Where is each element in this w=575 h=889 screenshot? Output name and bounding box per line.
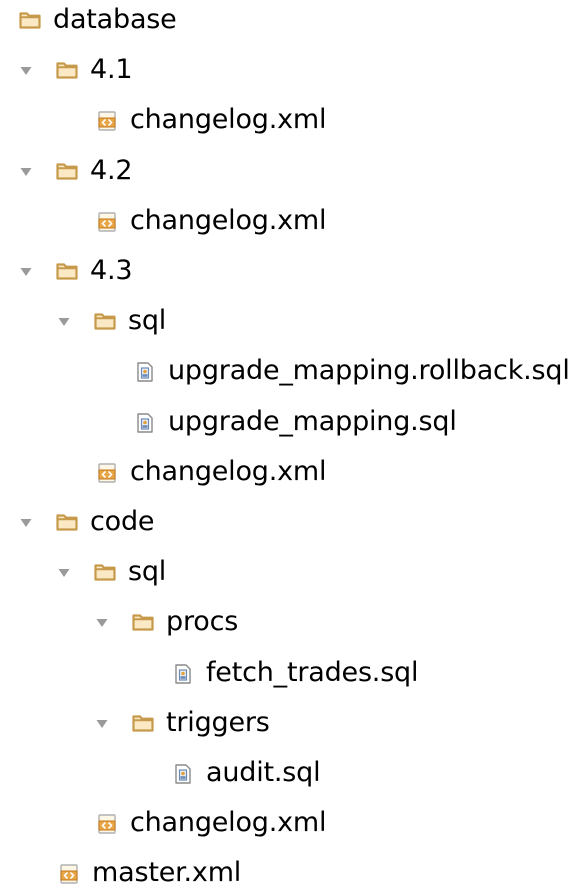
tree-item-label: 4.1 bbox=[90, 54, 133, 85]
tree-item-label: upgrade_mapping.rollback.sql bbox=[168, 355, 570, 386]
tree-item-code[interactable]: code bbox=[0, 498, 575, 548]
folder-icon bbox=[94, 311, 116, 333]
xml-file-icon bbox=[58, 863, 80, 885]
expand-arrow-icon[interactable] bbox=[94, 615, 110, 631]
tree-item-label: upgrade_mapping.sql bbox=[168, 406, 457, 437]
tree-item-4-2[interactable]: 4.2 bbox=[0, 147, 575, 197]
tree-item-label: database bbox=[53, 4, 177, 35]
tree-item-label: code bbox=[90, 506, 155, 537]
tree-item-label: 4.2 bbox=[90, 155, 133, 186]
tree-item-label: audit.sql bbox=[206, 757, 321, 788]
tree-item-label: changelog.xml bbox=[130, 807, 327, 838]
tree-item-triggers[interactable]: triggers bbox=[0, 699, 575, 749]
expand-arrow-icon[interactable] bbox=[56, 314, 72, 330]
xml-file-icon bbox=[96, 462, 118, 484]
tree-item-procs[interactable]: procs bbox=[0, 598, 575, 648]
folder-icon bbox=[56, 261, 78, 283]
expand-arrow-icon[interactable] bbox=[18, 63, 34, 79]
tree-item-label: procs bbox=[166, 606, 239, 637]
project-file-tree: database 4.1 changelog.xml 4.2 changelog.xml… bbox=[0, 0, 575, 889]
folder-icon bbox=[132, 713, 154, 735]
tree-item-sql[interactable]: sql bbox=[0, 297, 575, 347]
tree-item-fetch-trades-sql[interactable]: fetch_trades.sql bbox=[0, 649, 575, 699]
tree-item-4-3[interactable]: 4.3 bbox=[0, 247, 575, 297]
xml-file-icon bbox=[96, 813, 118, 835]
tree-item-upgrade-mapping-sql[interactable]: upgrade_mapping.sql bbox=[0, 398, 575, 448]
tree-item-label: sql bbox=[128, 305, 167, 336]
folder-icon bbox=[56, 512, 78, 534]
sql-file-icon bbox=[172, 663, 194, 685]
tree-item-label: triggers bbox=[166, 707, 270, 738]
tree-item-master-xml[interactable]: master.xml bbox=[0, 849, 575, 889]
sql-file-icon bbox=[172, 763, 194, 785]
xml-file-icon bbox=[96, 211, 118, 233]
tree-item-label: master.xml bbox=[92, 857, 242, 888]
tree-item-database[interactable]: database bbox=[0, 0, 575, 46]
expand-arrow-icon[interactable] bbox=[18, 515, 34, 531]
folder-icon bbox=[94, 562, 116, 584]
expand-arrow-icon[interactable] bbox=[94, 716, 110, 732]
tree-item-label: changelog.xml bbox=[130, 205, 327, 236]
tree-item-label: changelog.xml bbox=[130, 104, 327, 135]
tree-item-upgrade-mapping-rollback-sql[interactable]: upgrade_mapping.rollback.sql bbox=[0, 347, 575, 397]
tree-item-label: changelog.xml bbox=[130, 456, 327, 487]
expand-arrow-icon[interactable] bbox=[18, 264, 34, 280]
sql-file-icon bbox=[134, 361, 156, 383]
tree-item-audit-sql[interactable]: audit.sql bbox=[0, 749, 575, 799]
tree-item-changelog-xml[interactable]: changelog.xml bbox=[0, 96, 575, 146]
tree-item-changelog-xml[interactable]: changelog.xml bbox=[0, 197, 575, 247]
xml-file-icon bbox=[96, 110, 118, 132]
folder-icon bbox=[132, 612, 154, 634]
tree-item-label: fetch_trades.sql bbox=[206, 657, 419, 688]
tree-item-changelog-xml[interactable]: changelog.xml bbox=[0, 799, 575, 849]
tree-item-label: 4.3 bbox=[90, 255, 133, 286]
folder-icon bbox=[56, 161, 78, 183]
folder-icon bbox=[56, 60, 78, 82]
folder-icon bbox=[19, 10, 41, 32]
tree-item-4-1[interactable]: 4.1 bbox=[0, 46, 575, 96]
sql-file-icon bbox=[134, 412, 156, 434]
tree-item-sql[interactable]: sql bbox=[0, 548, 575, 598]
expand-arrow-icon[interactable] bbox=[56, 565, 72, 581]
expand-arrow-icon[interactable] bbox=[18, 164, 34, 180]
tree-item-label: sql bbox=[128, 556, 167, 587]
tree-item-changelog-xml[interactable]: changelog.xml bbox=[0, 448, 575, 498]
